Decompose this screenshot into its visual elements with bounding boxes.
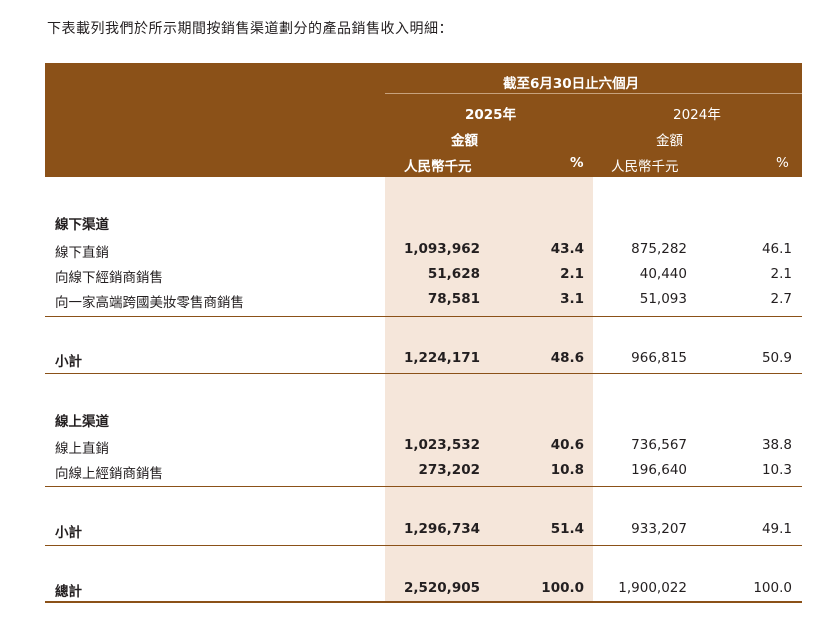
amount-2024: 875,282: [631, 241, 687, 257]
pct-2025: 2.1: [560, 266, 584, 282]
total-underline: [45, 601, 802, 603]
row-label: 線下直銷: [55, 245, 109, 261]
amount-2025: 273,202: [418, 462, 481, 478]
pct-2025: 3.1: [560, 291, 584, 307]
amount-2024: 966,815: [631, 350, 687, 366]
pct-2024: 38.8: [761, 437, 792, 453]
header-divider: [385, 93, 802, 94]
pct-2024: 2.7: [770, 291, 792, 307]
section-offline-label: 線下渠道: [55, 217, 109, 233]
year-2025-heading: 2025年: [465, 107, 517, 123]
pct-2024: 10.3: [761, 462, 792, 478]
pct-2025: 48.6: [550, 350, 584, 366]
year-2024-heading: 2024年: [673, 107, 721, 123]
amount-2025: 1,093,962: [403, 241, 480, 257]
amount-2025: 2,520,905: [403, 580, 480, 596]
row-label: 線上直銷: [55, 441, 109, 457]
section-online-label: 線上渠道: [55, 414, 109, 430]
pct-2025: 100.0: [541, 580, 584, 596]
row-divider: [45, 486, 802, 487]
pct-2024: 100.0: [753, 580, 792, 596]
amount-2025-heading: 金額: [451, 133, 478, 149]
amount-2024: 933,207: [631, 521, 687, 537]
row-divider: [45, 545, 802, 546]
pct-2024: 50.9: [761, 350, 792, 366]
amount-2025: 1,224,171: [403, 350, 480, 366]
pct-2025-heading: %: [570, 155, 584, 171]
pct-2024: 49.1: [761, 521, 792, 537]
pct-2025: 51.4: [550, 521, 584, 537]
pct-2025: 10.8: [550, 462, 584, 478]
amount-2024: 51,093: [639, 291, 687, 307]
pct-2025: 43.4: [550, 241, 584, 257]
amount-2025: 78,581: [427, 291, 480, 307]
unit-2025-heading: 人民幣千元: [404, 159, 472, 175]
row-divider: [45, 373, 802, 374]
amount-2025: 1,023,532: [403, 437, 480, 453]
amount-2025: 51,628: [427, 266, 480, 282]
pct-2024-heading: %: [776, 155, 789, 171]
subtotal-label: 小計: [55, 354, 82, 370]
amount-2024: 40,440: [639, 266, 687, 282]
period-heading: 截至6月30日止六個月: [503, 76, 640, 92]
amount-2024: 1,900,022: [618, 580, 687, 596]
amount-2024: 736,567: [631, 437, 687, 453]
subtotal-label: 小計: [55, 525, 82, 541]
row-label: 向線上經銷商銷售: [55, 466, 163, 482]
pct-2025: 40.6: [550, 437, 584, 453]
total-label: 總計: [55, 584, 82, 600]
row-label: 向線下經銷商銷售: [55, 270, 163, 286]
row-divider: [45, 316, 802, 317]
unit-2024-heading: 人民幣千元: [611, 159, 679, 175]
amount-2024: 196,640: [631, 462, 687, 478]
table-header: 截至6月30日止六個月 2025年 2024年 金額 金額 人民幣千元 % 人民…: [45, 63, 802, 177]
amount-2025: 1,296,734: [403, 521, 480, 537]
amount-2024-heading: 金額: [656, 133, 683, 149]
pct-2024: 2.1: [770, 266, 792, 282]
pct-2024: 46.1: [761, 241, 792, 257]
row-label: 向一家高端跨國美妝零售商銷售: [55, 295, 244, 311]
intro-text: 下表載列我們於所示期間按銷售渠道劃分的產品銷售收入明細：: [47, 21, 453, 37]
